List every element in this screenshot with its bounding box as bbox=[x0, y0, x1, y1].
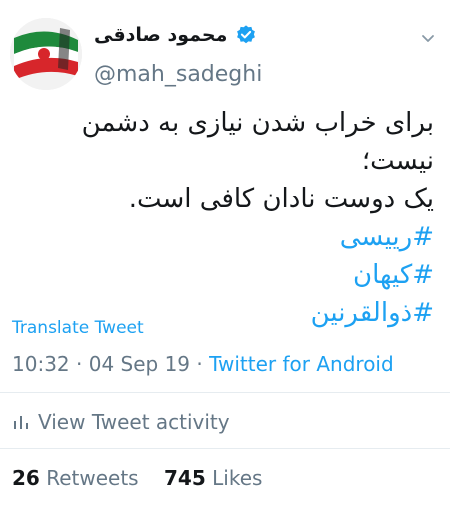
translate-tweet-link[interactable]: Translate Tweet bbox=[12, 318, 144, 338]
likes-label: Likes bbox=[212, 466, 263, 490]
tweet-header: محمود صادقی @mah_sadeghi bbox=[10, 14, 414, 94]
client-link[interactable]: Twitter for Android bbox=[209, 352, 394, 376]
retweets-count: 26 bbox=[12, 466, 40, 490]
activity-label: View Tweet activity bbox=[38, 410, 230, 434]
name-row: محمود صادقی bbox=[94, 24, 257, 46]
tweet-date: 04 Sep 19 bbox=[88, 352, 191, 376]
display-name[interactable]: محمود صادقی bbox=[94, 24, 227, 46]
user-handle[interactable]: @mah_sadeghi bbox=[94, 62, 262, 87]
verified-badge-icon bbox=[237, 25, 256, 44]
activity-bars-icon bbox=[14, 416, 28, 429]
hashtag-link[interactable]: #کیهان bbox=[10, 256, 434, 294]
meta-separator: · bbox=[196, 352, 203, 376]
meta-separator: · bbox=[76, 352, 83, 376]
retweets-stat[interactable]: 26 Retweets bbox=[12, 466, 139, 490]
view-tweet-activity-button[interactable]: View Tweet activity bbox=[12, 410, 230, 434]
tweet-line: برای خراب شدن نیازی به دشمن نیست؛ bbox=[81, 108, 434, 176]
tweet-time: 10:32 bbox=[12, 352, 70, 376]
tweet-stats: 26 Retweets 745 Likes bbox=[12, 466, 262, 490]
tweet-meta: 10:32 · 04 Sep 19 · Twitter for Android bbox=[12, 352, 394, 376]
likes-stat[interactable]: 745 Likes bbox=[164, 466, 262, 490]
hashtag-link[interactable]: #رییسی bbox=[10, 218, 434, 256]
chevron-down-icon[interactable] bbox=[420, 30, 436, 46]
avatar[interactable] bbox=[10, 18, 82, 90]
tweet-line: یک دوست نادان کافی است. bbox=[128, 184, 434, 214]
divider bbox=[0, 392, 450, 393]
tweet-text: برای خراب شدن نیازی به دشمن نیست؛ یک دوس… bbox=[10, 104, 434, 332]
retweets-label: Retweets bbox=[46, 466, 139, 490]
divider bbox=[0, 448, 450, 449]
likes-count: 745 bbox=[164, 466, 206, 490]
